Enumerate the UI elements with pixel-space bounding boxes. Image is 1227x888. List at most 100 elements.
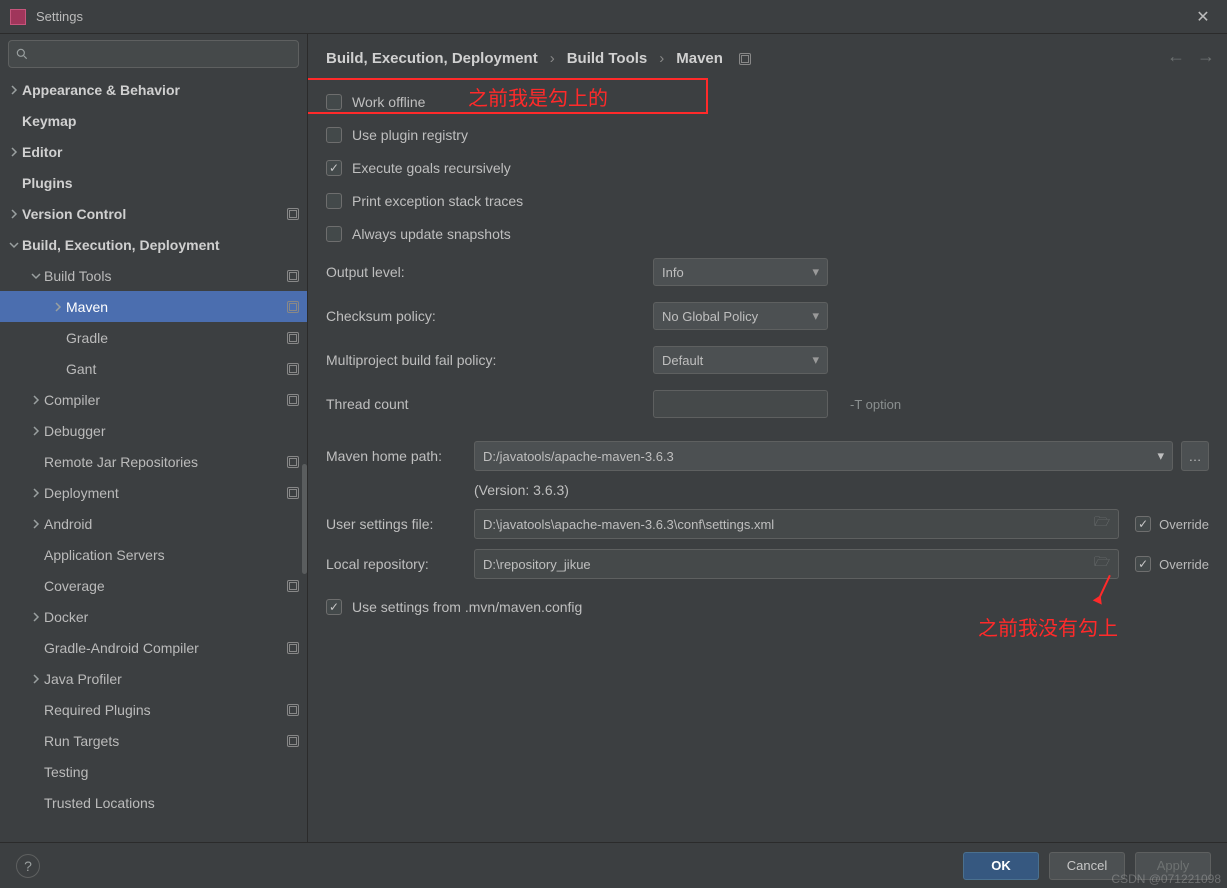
tree-item-label: Appearance & Behavior: [22, 82, 299, 98]
always-update-checkbox[interactable]: [326, 226, 342, 242]
tree-item-required-plugins[interactable]: Required Plugins: [0, 694, 307, 725]
chevron-right-icon: [6, 85, 22, 95]
tree-item-trusted-locations[interactable]: Trusted Locations: [0, 787, 307, 818]
tree-item-debugger[interactable]: Debugger: [0, 415, 307, 446]
tree-item-java-profiler[interactable]: Java Profiler: [0, 663, 307, 694]
tree-item-label: Docker: [44, 609, 299, 625]
execute-recursive-checkbox[interactable]: [326, 160, 342, 176]
tree-item-gradle-android-compiler[interactable]: Gradle-Android Compiler: [0, 632, 307, 663]
tree-item-gradle[interactable]: Gradle: [0, 322, 307, 353]
watermark-text: CSDN @071221098: [1111, 872, 1221, 886]
tree-item-label: Keymap: [22, 113, 299, 129]
tree-item-compiler[interactable]: Compiler: [0, 384, 307, 415]
caret-down-icon: ▾: [812, 264, 819, 280]
search-input[interactable]: [8, 40, 299, 68]
tree-item-testing[interactable]: Testing: [0, 756, 307, 787]
tree-item-build-tools[interactable]: Build Tools: [0, 260, 307, 291]
titlebar: Settings ✕: [0, 0, 1227, 34]
tree-item-editor[interactable]: Editor: [0, 136, 307, 167]
annotation-text-2: 之前我没有勾上: [978, 612, 1118, 641]
project-scope-icon: [287, 487, 299, 499]
checksum-policy-combo[interactable]: No Global Policy▾: [653, 302, 828, 330]
folder-icon[interactable]: 🗁: [1094, 513, 1110, 535]
tree-item-label: Debugger: [44, 423, 299, 439]
checksum-policy-label: Checksum policy:: [326, 308, 641, 324]
tree-item-build-execution-deployment[interactable]: Build, Execution, Deployment: [0, 229, 307, 260]
close-icon[interactable]: ✕: [1189, 3, 1217, 31]
tree-item-label: Maven: [66, 299, 283, 315]
breadcrumb-1[interactable]: Build Tools: [567, 50, 648, 67]
tree-item-label: Remote Jar Repositories: [44, 454, 283, 470]
footer: ? OK Cancel Apply: [0, 842, 1227, 888]
tree-item-label: Java Profiler: [44, 671, 299, 687]
thread-count-input[interactable]: [653, 390, 828, 418]
tree-item-appearance-behavior[interactable]: Appearance & Behavior: [0, 74, 307, 105]
project-scope-icon: [287, 270, 299, 282]
local-repo-input[interactable]: D:\repository_jikue 🗁: [474, 549, 1119, 579]
breadcrumb: Build, Execution, Deployment › Build Too…: [326, 44, 1209, 81]
tree-item-label: Required Plugins: [44, 702, 283, 718]
app-icon: [10, 9, 26, 25]
tree-item-coverage[interactable]: Coverage: [0, 570, 307, 601]
tree-item-application-servers[interactable]: Application Servers: [0, 539, 307, 570]
tree-item-label: Testing: [44, 764, 299, 780]
chevron-right-icon: [28, 519, 44, 529]
tree-item-keymap[interactable]: Keymap: [0, 105, 307, 136]
project-scope-icon: [287, 735, 299, 747]
use-mvn-config-checkbox[interactable]: [326, 599, 342, 615]
tree-item-plugins[interactable]: Plugins: [0, 167, 307, 198]
tree-item-label: Gradle: [66, 330, 283, 346]
nav-back-icon[interactable]: ←: [1167, 46, 1185, 67]
output-level-combo[interactable]: Info▾: [653, 258, 828, 286]
tree-item-docker[interactable]: Docker: [0, 601, 307, 632]
settings-tree: Appearance & Behavior Keymap Editor Plugins…: [0, 74, 307, 842]
project-scope-icon: [287, 456, 299, 468]
fail-policy-combo[interactable]: Default▾: [653, 346, 828, 374]
repo-override-label: Override: [1159, 557, 1209, 572]
maven-home-combo[interactable]: D:/javatools/apache-maven-3.6.3▾: [474, 441, 1173, 471]
help-button[interactable]: ?: [16, 854, 40, 878]
window-title: Settings: [36, 9, 1189, 24]
project-scope-icon: [287, 580, 299, 592]
settings-override-checkbox[interactable]: [1135, 516, 1151, 532]
print-stack-checkbox[interactable]: [326, 193, 342, 209]
chevron-right-icon: ›: [659, 50, 664, 67]
chevron-right-icon: [28, 612, 44, 622]
thread-count-hint: -T option: [850, 397, 901, 412]
tree-item-deployment[interactable]: Deployment: [0, 477, 307, 508]
work-offline-checkbox[interactable]: [326, 94, 342, 110]
tree-item-gant[interactable]: Gant: [0, 353, 307, 384]
output-level-label: Output level:: [326, 264, 641, 280]
browse-home-button[interactable]: …: [1181, 441, 1209, 471]
breadcrumb-0[interactable]: Build, Execution, Deployment: [326, 50, 538, 67]
tree-item-label: Application Servers: [44, 547, 299, 563]
project-scope-icon: [287, 208, 299, 220]
settings-file-input[interactable]: D:\javatools\apache-maven-3.6.3\conf\set…: [474, 509, 1119, 539]
print-stack-label: Print exception stack traces: [352, 193, 523, 209]
project-scope-icon: [287, 363, 299, 375]
chevron-right-icon: [28, 426, 44, 436]
chevron-down-icon: [28, 271, 44, 281]
scrollbar-thumb[interactable]: [302, 464, 307, 574]
tree-item-version-control[interactable]: Version Control: [0, 198, 307, 229]
tree-item-remote-jar-repositories[interactable]: Remote Jar Repositories: [0, 446, 307, 477]
thread-count-label: Thread count: [326, 396, 641, 412]
content-panel: ← → Build, Execution, Deployment › Build…: [308, 34, 1227, 842]
sidebar: Appearance & Behavior Keymap Editor Plugins…: [0, 34, 308, 842]
tree-item-label: Deployment: [44, 485, 283, 501]
tree-item-run-targets[interactable]: Run Targets: [0, 725, 307, 756]
tree-item-maven[interactable]: Maven: [0, 291, 307, 322]
plugin-registry-label: Use plugin registry: [352, 127, 468, 143]
ok-button[interactable]: OK: [963, 852, 1039, 880]
repo-override-checkbox[interactable]: [1135, 556, 1151, 572]
nav-forward-icon[interactable]: →: [1197, 46, 1215, 67]
tree-item-label: Gradle-Android Compiler: [44, 640, 283, 656]
tree-item-label: Editor: [22, 144, 299, 160]
breadcrumb-2[interactable]: Maven: [676, 50, 723, 67]
tree-item-android[interactable]: Android: [0, 508, 307, 539]
chevron-right-icon: ›: [550, 50, 555, 67]
tree-item-label: Plugins: [22, 175, 299, 191]
execute-recursive-label: Execute goals recursively: [352, 160, 511, 176]
project-scope-icon: [287, 301, 299, 313]
plugin-registry-checkbox[interactable]: [326, 127, 342, 143]
